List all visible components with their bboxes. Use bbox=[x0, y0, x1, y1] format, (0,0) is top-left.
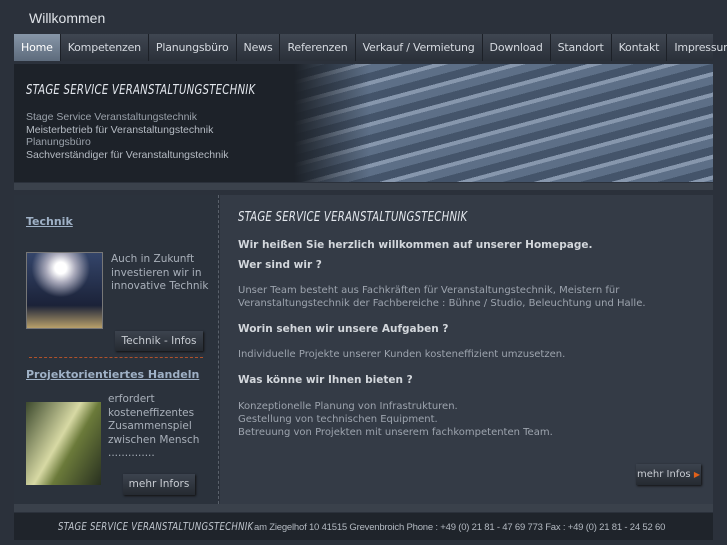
main-nav: Home Kompetenzen Planungsbüro News Refer… bbox=[14, 34, 727, 61]
nav-planungsbuero[interactable]: Planungsbüro bbox=[149, 34, 237, 61]
projekt-image bbox=[26, 402, 101, 485]
button-label: mehr Infos bbox=[636, 469, 691, 480]
question-heading: Worin sehen wir unsere Aufgaben ? bbox=[238, 323, 449, 335]
tagline-line: Stage Service Veranstaltungstechnik bbox=[26, 111, 198, 123]
projektorientiertes-handeln-link[interactable]: Projektorientiertes Handeln bbox=[26, 368, 199, 381]
footer-separator bbox=[14, 504, 713, 512]
tagline-line: Planungsbüro bbox=[26, 136, 91, 148]
content-brand: Stage Service Veranstaltungstechnik bbox=[238, 210, 468, 225]
nav-kompetenzen[interactable]: Kompetenzen bbox=[61, 34, 149, 61]
question-heading: Wer sind wir ? bbox=[238, 259, 322, 271]
nav-verkauf-vermietung[interactable]: Verkauf / Vermietung bbox=[356, 34, 483, 61]
question-heading: Was könne wir Ihnen bieten ? bbox=[238, 374, 413, 386]
tagline-line: Meisterbetrieb für Veranstaltungstechnik bbox=[26, 123, 214, 136]
footer-contact: am Ziegelhof 10 41515 Grevenbroich Phone… bbox=[254, 522, 666, 533]
technik-text: Auch in Zukunft investieren wir in innov… bbox=[111, 253, 209, 292]
welcome-heading: Wir heißen Sie herzlich willkommen auf u… bbox=[238, 239, 593, 251]
technik-infos-button[interactable]: Technik - Infos bbox=[115, 331, 203, 351]
banner-brand: Stage Service Veranstaltungstechnik bbox=[26, 83, 256, 98]
header-banner: Stage Service Veranstaltungstechnik Stag… bbox=[14, 64, 713, 182]
page-title: Willkommen bbox=[29, 10, 106, 26]
banner-tagline: Stage Service Veranstaltungstechnik Meis… bbox=[26, 111, 229, 161]
answer-line: Konzeptionelle Planung von Infrastruktur… bbox=[238, 401, 458, 412]
mehr-infos-button[interactable]: mehr Infos ▶ bbox=[636, 464, 701, 485]
divider bbox=[29, 357, 203, 358]
arrow-right-icon: ▶ bbox=[693, 470, 700, 479]
footer: Stage Service Veranstaltungstechnik am Z… bbox=[14, 513, 713, 540]
nav-impressum[interactable]: Impressum bbox=[667, 34, 727, 61]
nav-home[interactable]: Home bbox=[14, 34, 61, 61]
nav-download[interactable]: Download bbox=[483, 34, 551, 61]
main-content: Stage Service Veranstaltungstechnik Wir … bbox=[220, 195, 713, 504]
tagline-line: Sachverständiger für Veranstaltungstechn… bbox=[26, 148, 229, 161]
nav-referenzen[interactable]: Referenzen bbox=[280, 34, 356, 61]
nav-news[interactable]: News bbox=[237, 34, 281, 61]
answer-text: Individuelle Projekte unserer Kunden kos… bbox=[238, 349, 566, 360]
technik-image bbox=[26, 252, 103, 329]
technik-link[interactable]: Technik bbox=[26, 215, 73, 228]
mehr-infors-button[interactable]: mehr Infors bbox=[123, 474, 195, 495]
footer-brand: Stage Service Veranstaltungstechnik bbox=[58, 520, 254, 533]
banner-photo-mixing-desk bbox=[294, 64, 713, 182]
projekt-text: erfordert kosteneffizentes Zusammenspiel… bbox=[108, 393, 200, 459]
answer-text: Unser Team besteht aus Fachkräften für V… bbox=[238, 285, 646, 309]
sidebar: Technik Auch in Zukunft investieren wir … bbox=[14, 195, 219, 504]
answer-line: Gestellung von technischen Equipment. bbox=[238, 414, 438, 425]
answer-list: Konzeptionelle Planung von Infrastruktur… bbox=[238, 400, 553, 439]
answer-line: Betreuung von Projekten mit unserem fach… bbox=[238, 427, 553, 438]
separator-bar bbox=[14, 183, 713, 190]
nav-kontakt[interactable]: Kontakt bbox=[612, 34, 668, 61]
nav-standort[interactable]: Standort bbox=[551, 34, 612, 61]
